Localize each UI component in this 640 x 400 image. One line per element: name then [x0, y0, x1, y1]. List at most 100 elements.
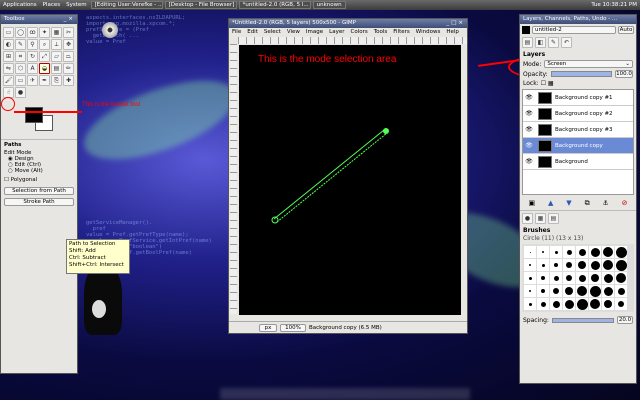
ellipse-select-icon[interactable]: ◯ [15, 27, 26, 38]
brush-swatch[interactable] [550, 259, 562, 271]
anchor-icon[interactable]: ⚓ [602, 199, 608, 208]
menu-colors[interactable]: Colors [347, 28, 370, 36]
path-overlay[interactable] [239, 45, 461, 315]
desktop-cd-icon[interactable] [102, 22, 118, 38]
layer-row-selected[interactable]: 👁 Background copy [523, 138, 633, 154]
tab-paths[interactable]: ✎ [548, 37, 559, 48]
layers-titlebar[interactable]: Layers, Channels, Paths, Undo - ... [520, 15, 636, 24]
zoom-icon[interactable]: ⌕ [39, 39, 50, 50]
spacing-slider[interactable] [551, 317, 614, 323]
duplicate-layer-icon[interactable]: ⧉ [585, 199, 590, 208]
layer-name[interactable]: Background copy #3 [555, 127, 613, 133]
shear-icon[interactable]: ▱ [51, 51, 62, 62]
taskbar-item[interactable]: [Desktop - File Browser] [164, 1, 237, 9]
brush-swatch[interactable] [563, 246, 575, 258]
brush-swatch[interactable] [550, 246, 562, 258]
brush-swatch[interactable] [524, 272, 536, 284]
taskbar-item[interactable]: unknown [312, 1, 346, 9]
brush-swatch[interactable] [589, 259, 601, 271]
window-controls[interactable]: _× [64, 15, 77, 24]
tab-undo[interactable]: ↶ [561, 37, 572, 48]
brush-swatch[interactable] [537, 298, 549, 310]
image-select[interactable]: untitled-2 [532, 26, 616, 34]
menu-image[interactable]: Image [303, 28, 326, 36]
eye-icon[interactable]: 👁 [523, 126, 535, 133]
scissors-icon[interactable]: ✂ [63, 27, 74, 38]
clock[interactable]: Tue 10:38:21 PM [588, 2, 640, 8]
menu-windows[interactable]: Windows [413, 28, 444, 36]
image-canvas[interactable] [239, 45, 461, 315]
brush-swatch[interactable] [524, 285, 536, 297]
lasso-icon[interactable]: ꝏ [27, 27, 38, 38]
brush-swatch[interactable] [615, 246, 627, 258]
brush-swatch[interactable] [615, 259, 627, 271]
menu-layer[interactable]: Layer [326, 28, 347, 36]
menu-help[interactable]: Help [443, 28, 462, 36]
menu-filters[interactable]: Filters [390, 28, 413, 36]
brush-swatch[interactable] [589, 285, 601, 297]
stroke-path-button[interactable]: Stroke Path [4, 198, 74, 206]
zoom-select[interactable]: 100% [280, 323, 306, 332]
opacity-value[interactable]: 100.0 [615, 70, 633, 78]
brush-swatch[interactable] [550, 272, 562, 284]
airbrush-icon[interactable]: ✈ [27, 75, 38, 86]
color-picker-icon[interactable]: ⚲ [27, 39, 38, 50]
brush-swatch[interactable] [537, 259, 549, 271]
tab-channels[interactable]: ◧ [535, 37, 546, 48]
brush-swatch[interactable] [615, 298, 627, 310]
brush-swatch[interactable] [563, 259, 575, 271]
foreground-color-swatch[interactable] [25, 107, 43, 123]
layer-row[interactable]: 👁 Background copy #2 [523, 106, 633, 122]
spacing-value[interactable]: 20.0 [617, 316, 633, 324]
fuzzy-select-icon[interactable]: ✦ [39, 27, 50, 38]
brush-swatch[interactable] [602, 246, 614, 258]
align-icon[interactable]: ⊞ [3, 51, 14, 62]
rotate-icon[interactable]: ↻ [27, 51, 38, 62]
system-menu[interactable]: System [63, 2, 90, 8]
brush-swatch[interactable] [550, 285, 562, 297]
blend-icon[interactable]: ▤ [51, 63, 62, 74]
brush-swatch[interactable] [524, 246, 536, 258]
color-select-icon[interactable]: ▦ [51, 27, 62, 38]
crop-icon[interactable]: ⌗ [15, 51, 26, 62]
brush-swatch[interactable] [563, 272, 575, 284]
brush-swatch[interactable] [563, 298, 575, 310]
lock-alpha-checkbox[interactable]: ☐ ▦ [541, 80, 554, 87]
tab-layers[interactable]: ▤ [522, 37, 533, 48]
layer-name[interactable]: Background copy #2 [555, 111, 613, 117]
layer-row[interactable]: 👁 Background copy #1 [523, 90, 633, 106]
layer-name[interactable]: Background copy #1 [555, 95, 613, 101]
brush-swatch[interactable] [537, 272, 549, 284]
taskbar-item[interactable]: *untitled-2.0 (RGB, 5 l... [238, 1, 311, 9]
brush-swatch[interactable] [576, 246, 588, 258]
tab-brushes[interactable]: ● [522, 213, 533, 224]
applications-menu[interactable]: Applications [0, 2, 40, 8]
heal-icon[interactable]: ✚ [63, 75, 74, 86]
brush-swatch[interactable] [524, 298, 536, 310]
brush-swatch[interactable] [615, 272, 627, 284]
brush-swatch[interactable] [602, 272, 614, 284]
brush-swatch[interactable] [602, 285, 614, 297]
taskbar-item[interactable]: [Editing User:Verefke - ... [90, 1, 163, 9]
dodge-icon[interactable]: ● [15, 87, 26, 98]
move-icon[interactable]: ✥ [63, 39, 74, 50]
menu-file[interactable]: File [229, 28, 244, 36]
measure-icon[interactable]: ⟂ [51, 39, 62, 50]
brush-swatch[interactable] [563, 285, 575, 297]
layer-name[interactable]: Background [555, 159, 588, 165]
lower-layer-icon[interactable]: ▼ [566, 199, 571, 208]
bucket-fill-icon[interactable]: ◒ [39, 63, 50, 74]
scale-icon[interactable]: ⤢ [39, 51, 50, 62]
path-segment[interactable] [273, 129, 385, 220]
brush-swatch[interactable] [576, 259, 588, 271]
mode-radio-move[interactable]: ○ Move (Alt) [4, 168, 74, 174]
path-anchor[interactable] [383, 128, 389, 134]
unit-select[interactable]: px [259, 323, 277, 332]
brush-swatch[interactable] [615, 285, 627, 297]
brush-swatch[interactable] [537, 285, 549, 297]
brush-swatch[interactable] [550, 298, 562, 310]
paths-icon[interactable]: ✎ [15, 39, 26, 50]
path-segment[interactable] [276, 132, 388, 223]
layer-name[interactable]: Background copy [555, 143, 603, 149]
raise-layer-icon[interactable]: ▲ [548, 199, 553, 208]
